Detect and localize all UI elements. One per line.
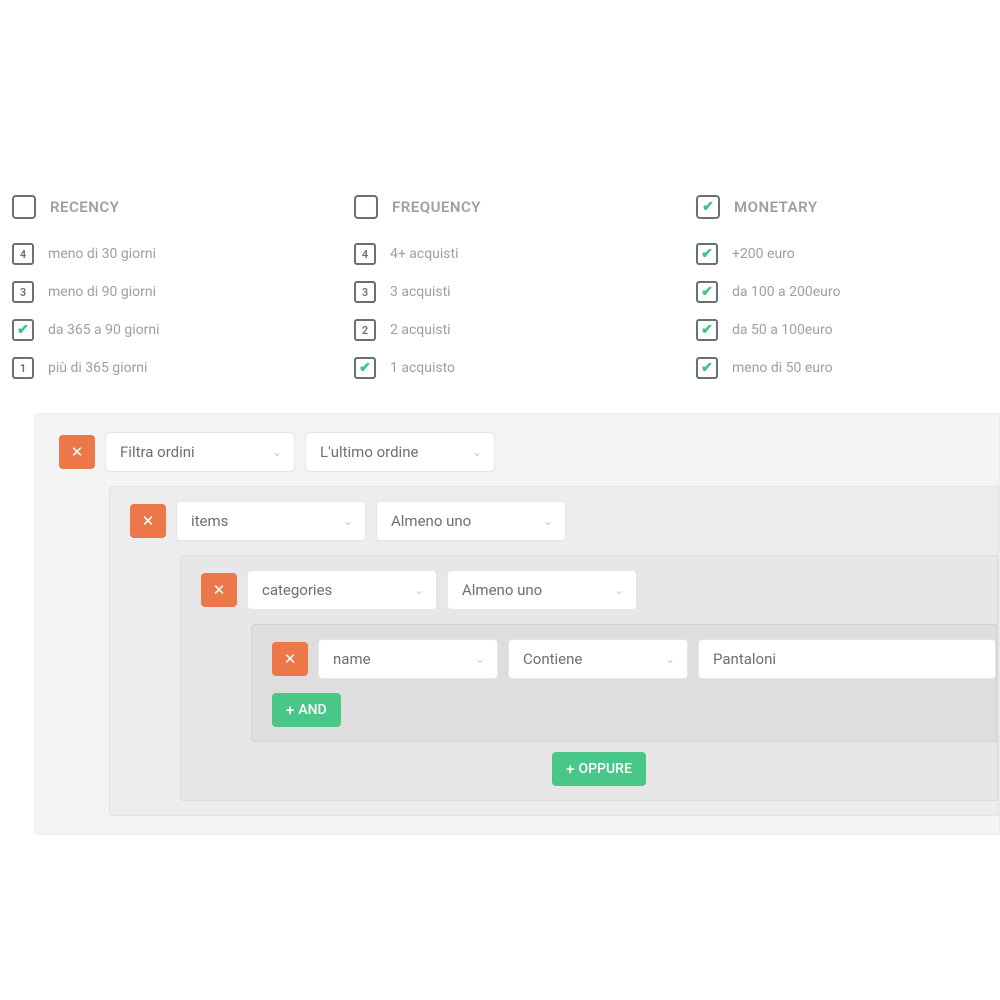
rfm-item-label: 4+ acquisti [390,246,459,262]
button-label: AND [298,702,326,718]
rfm-item-badge[interactable]: 3 [354,281,376,303]
filter-builder: ✕ Filtra ordini ⌄ L'ultimo ordine ⌄ ✕ it… [34,413,1000,835]
value-input[interactable]: Pantaloni [698,639,996,679]
rfm-item-label: 3 acquisti [390,284,451,300]
rfm-item-badge[interactable]: 2 [354,319,376,341]
chevron-down-icon: ⌄ [272,445,282,459]
rfm-item-checkbox[interactable]: ✔ [696,281,718,303]
frequency-checkbox[interactable] [354,195,378,219]
operator-select[interactable]: Contiene ⌄ [508,639,688,679]
field-select[interactable]: items ⌄ [176,501,366,541]
rfm-item-badge[interactable]: 4 [354,243,376,265]
rfm-item-badge[interactable]: 1 [12,357,34,379]
select-value: Almeno uno [462,581,542,599]
check-icon: ✔ [701,361,713,375]
select-value: name [333,650,371,668]
close-icon: ✕ [142,512,155,530]
check-icon: ✔ [17,323,29,337]
rfm-item-checkbox[interactable]: ✔ [696,243,718,265]
nested-group: ✕ name ⌄ Contiene ⌄ Pantaloni + [251,624,997,742]
select-value: categories [262,581,332,599]
rfm-item-checkbox[interactable]: ✔ [696,357,718,379]
rfm-item-badge[interactable]: 3 [12,281,34,303]
select-value: Filtra ordini [120,443,195,461]
remove-button[interactable]: ✕ [130,504,166,538]
chevron-down-icon: ⌄ [614,583,624,597]
remove-button[interactable]: ✕ [201,573,237,607]
rfm-item: 1 più di 365 giorni [12,357,304,379]
field-select[interactable]: name ⌄ [318,639,498,679]
rfm-item: 3 3 acquisti [354,281,646,303]
rfm-item: ✔ 1 acquisto [354,357,646,379]
button-label: OPPURE [578,761,631,777]
select-value: Almeno uno [391,512,471,530]
rfm-item-label: da 100 a 200euro [732,284,841,300]
rfm-item-label: meno di 90 giorni [48,284,156,300]
chevron-down-icon: ⌄ [343,514,353,528]
select-value: items [191,512,228,530]
chevron-down-icon: ⌄ [665,652,675,666]
check-icon: ✔ [701,323,713,337]
select-value: Contiene [523,650,582,668]
add-or-button[interactable]: + OPPURE [552,752,646,786]
scope-select[interactable]: Almeno uno ⌄ [376,501,566,541]
rfm-item: ✔ da 365 a 90 giorni [12,319,304,341]
rfm-item: 4 meno di 30 giorni [12,243,304,265]
monetary-title: MONETARY [734,198,818,216]
check-icon: ✔ [701,285,713,299]
input-value: Pantaloni [713,650,776,668]
chevron-down-icon: ⌄ [414,583,424,597]
add-and-button[interactable]: + AND [272,693,341,727]
rfm-item-label: 2 acquisti [390,322,451,338]
rfm-item: ✔ da 50 a 100euro [696,319,988,341]
rfm-item-label: da 365 a 90 giorni [48,322,160,338]
recency-checkbox[interactable] [12,195,36,219]
rfm-item: ✔ da 100 a 200euro [696,281,988,303]
check-icon: ✔ [701,247,713,261]
rfm-item-label: meno di 30 giorni [48,246,156,262]
close-icon: ✕ [284,650,297,668]
check-icon: ✔ [702,200,714,214]
scope-select[interactable]: Almeno uno ⌄ [447,570,637,610]
rfm-item-checkbox[interactable]: ✔ [354,357,376,379]
plus-icon: + [566,760,574,778]
chevron-down-icon: ⌄ [543,514,553,528]
rfm-item-badge[interactable]: 4 [12,243,34,265]
rfm-item-label: più di 365 giorni [48,360,147,376]
rfm-col-recency: RECENCY 4 meno di 30 giorni 3 meno di 90… [12,195,304,395]
recency-title: RECENCY [50,198,119,216]
rfm-item: 3 meno di 90 giorni [12,281,304,303]
chevron-down-icon: ⌄ [475,652,485,666]
field-select[interactable]: categories ⌄ [247,570,437,610]
rfm-item-checkbox[interactable]: ✔ [12,319,34,341]
rfm-col-frequency: FREQUENCY 4 4+ acquisti 3 3 acquisti 2 2… [354,195,646,395]
select-value: L'ultimo ordine [320,443,418,461]
remove-button[interactable]: ✕ [272,642,308,676]
frequency-title: FREQUENCY [392,198,481,216]
rfm-item-label: meno di 50 euro [732,360,833,376]
rfm-item: 4 4+ acquisti [354,243,646,265]
nested-group: ✕ categories ⌄ Almeno uno ⌄ ✕ name ⌄ [180,555,998,801]
plus-icon: + [286,701,294,719]
close-icon: ✕ [71,443,84,461]
chevron-down-icon: ⌄ [472,445,482,459]
rfm-item: ✔ +200 euro [696,243,988,265]
nested-group: ✕ items ⌄ Almeno uno ⌄ ✕ categories ⌄ Al… [109,486,999,816]
rfm-item-label: +200 euro [732,246,795,262]
rfm-item: ✔ meno di 50 euro [696,357,988,379]
monetary-checkbox[interactable]: ✔ [696,195,720,219]
remove-button[interactable]: ✕ [59,435,95,469]
rfm-section: RECENCY 4 meno di 30 giorni 3 meno di 90… [0,0,1000,395]
rfm-item-label: da 50 a 100euro [732,322,833,338]
check-icon: ✔ [359,361,371,375]
scope-select[interactable]: L'ultimo ordine ⌄ [305,432,495,472]
rfm-col-monetary: ✔ MONETARY ✔ +200 euro ✔ da 100 a 200eur… [696,195,988,395]
field-select[interactable]: Filtra ordini ⌄ [105,432,295,472]
rfm-item-label: 1 acquisto [390,360,455,376]
close-icon: ✕ [213,581,226,599]
rfm-item-checkbox[interactable]: ✔ [696,319,718,341]
rfm-item: 2 2 acquisti [354,319,646,341]
